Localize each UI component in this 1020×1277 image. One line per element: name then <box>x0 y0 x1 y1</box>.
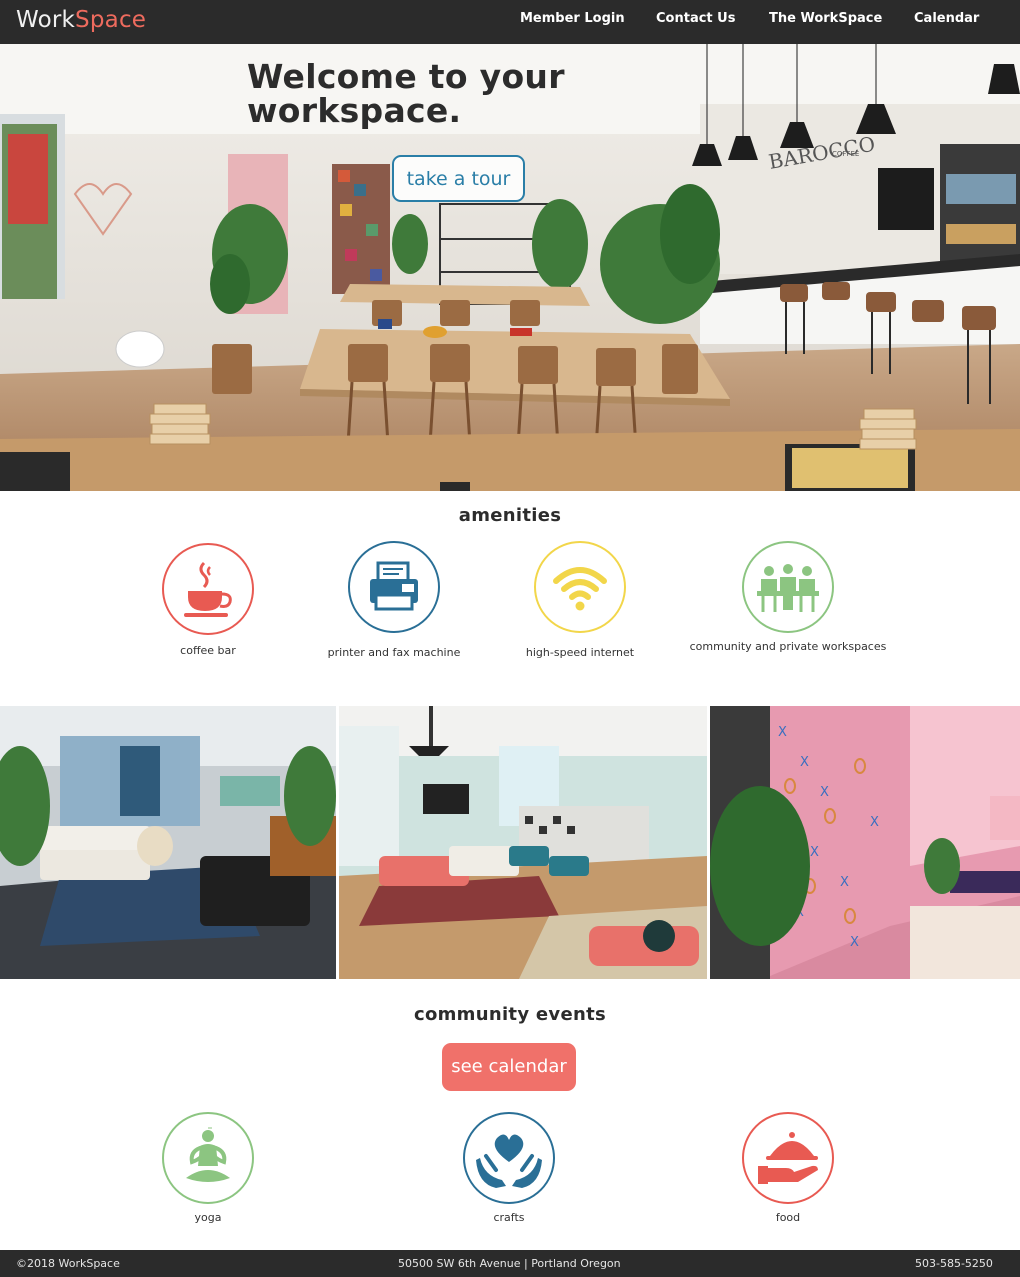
nav-the-workspace[interactable]: The WorkSpace <box>769 11 882 26</box>
svg-text:X: X <box>870 815 879 830</box>
amenity-label: coffee bar <box>180 644 236 657</box>
nav-calendar[interactable]: Calendar <box>914 11 979 26</box>
coffee-cup-icon <box>162 543 254 635</box>
amenity-workspaces: community and private workspaces <box>688 541 888 654</box>
event-label: yoga <box>194 1211 222 1224</box>
printer-icon <box>348 541 440 633</box>
take-a-tour-button[interactable]: take a tour <box>392 155 525 202</box>
hero: BAROCCO COFFEE Welcome to your workspace… <box>0 44 1020 491</box>
amenity-label: high-speed internet <box>525 646 635 659</box>
lounge-photo-2 <box>339 706 707 979</box>
event-label: crafts <box>493 1211 525 1224</box>
svg-text:X: X <box>800 755 809 770</box>
event-label: food <box>775 1211 801 1224</box>
footer-phone[interactable]: 503-585-5250 <box>915 1257 993 1270</box>
svg-text:X: X <box>850 935 859 950</box>
amenity-coffee-bar: coffee bar <box>108 543 308 658</box>
amenity-internet: high-speed internet <box>480 541 680 660</box>
footer-copyright: ©2018 WorkSpace <box>16 1257 120 1270</box>
event-food: food <box>688 1112 888 1225</box>
event-crafts: crafts <box>409 1112 609 1225</box>
yoga-icon <box>162 1112 254 1204</box>
see-calendar-button[interactable]: see calendar <box>442 1043 576 1091</box>
logo[interactable]: WorkSpace <box>16 6 146 34</box>
community-events-title: community events <box>413 1004 607 1025</box>
food-cloche-icon <box>742 1112 834 1204</box>
lounge-photo-1 <box>0 706 336 979</box>
amenity-label: printer and fax machine <box>327 646 461 659</box>
amenity-label: community and private workspaces <box>689 640 887 653</box>
top-nav: WorkSpace Member Login Contact Us The Wo… <box>0 0 1020 44</box>
wifi-icon <box>534 541 626 633</box>
hero-title-line1: Welcome to your <box>247 57 565 96</box>
amenities-title: amenities <box>458 505 562 526</box>
svg-text:X: X <box>820 785 829 800</box>
meeting-table-icon <box>742 541 834 633</box>
svg-text:X: X <box>810 845 819 860</box>
svg-text:X: X <box>840 875 849 890</box>
heart-hands-icon <box>463 1112 555 1204</box>
hero-title-line2: workspace. <box>247 91 462 130</box>
footer: ©2018 WorkSpace 50500 SW 6th Avenue | Po… <box>0 1250 1020 1277</box>
nav-member-login[interactable]: Member Login <box>520 11 625 26</box>
logo-space: Space <box>75 7 147 33</box>
hero-title: Welcome to your workspace. <box>247 60 565 128</box>
svg-text:X: X <box>778 725 787 740</box>
amenity-printer: printer and fax machine <box>294 541 494 660</box>
nav-contact-us[interactable]: Contact Us <box>656 11 735 26</box>
footer-address: 50500 SW 6th Avenue | Portland Oregon <box>398 1257 621 1270</box>
coffee-sign: COFFEE <box>832 150 859 158</box>
logo-work: Work <box>16 7 76 33</box>
lounge-photo-3: XXX XXX XXX <box>710 706 1020 979</box>
event-yoga: yoga <box>108 1112 308 1225</box>
